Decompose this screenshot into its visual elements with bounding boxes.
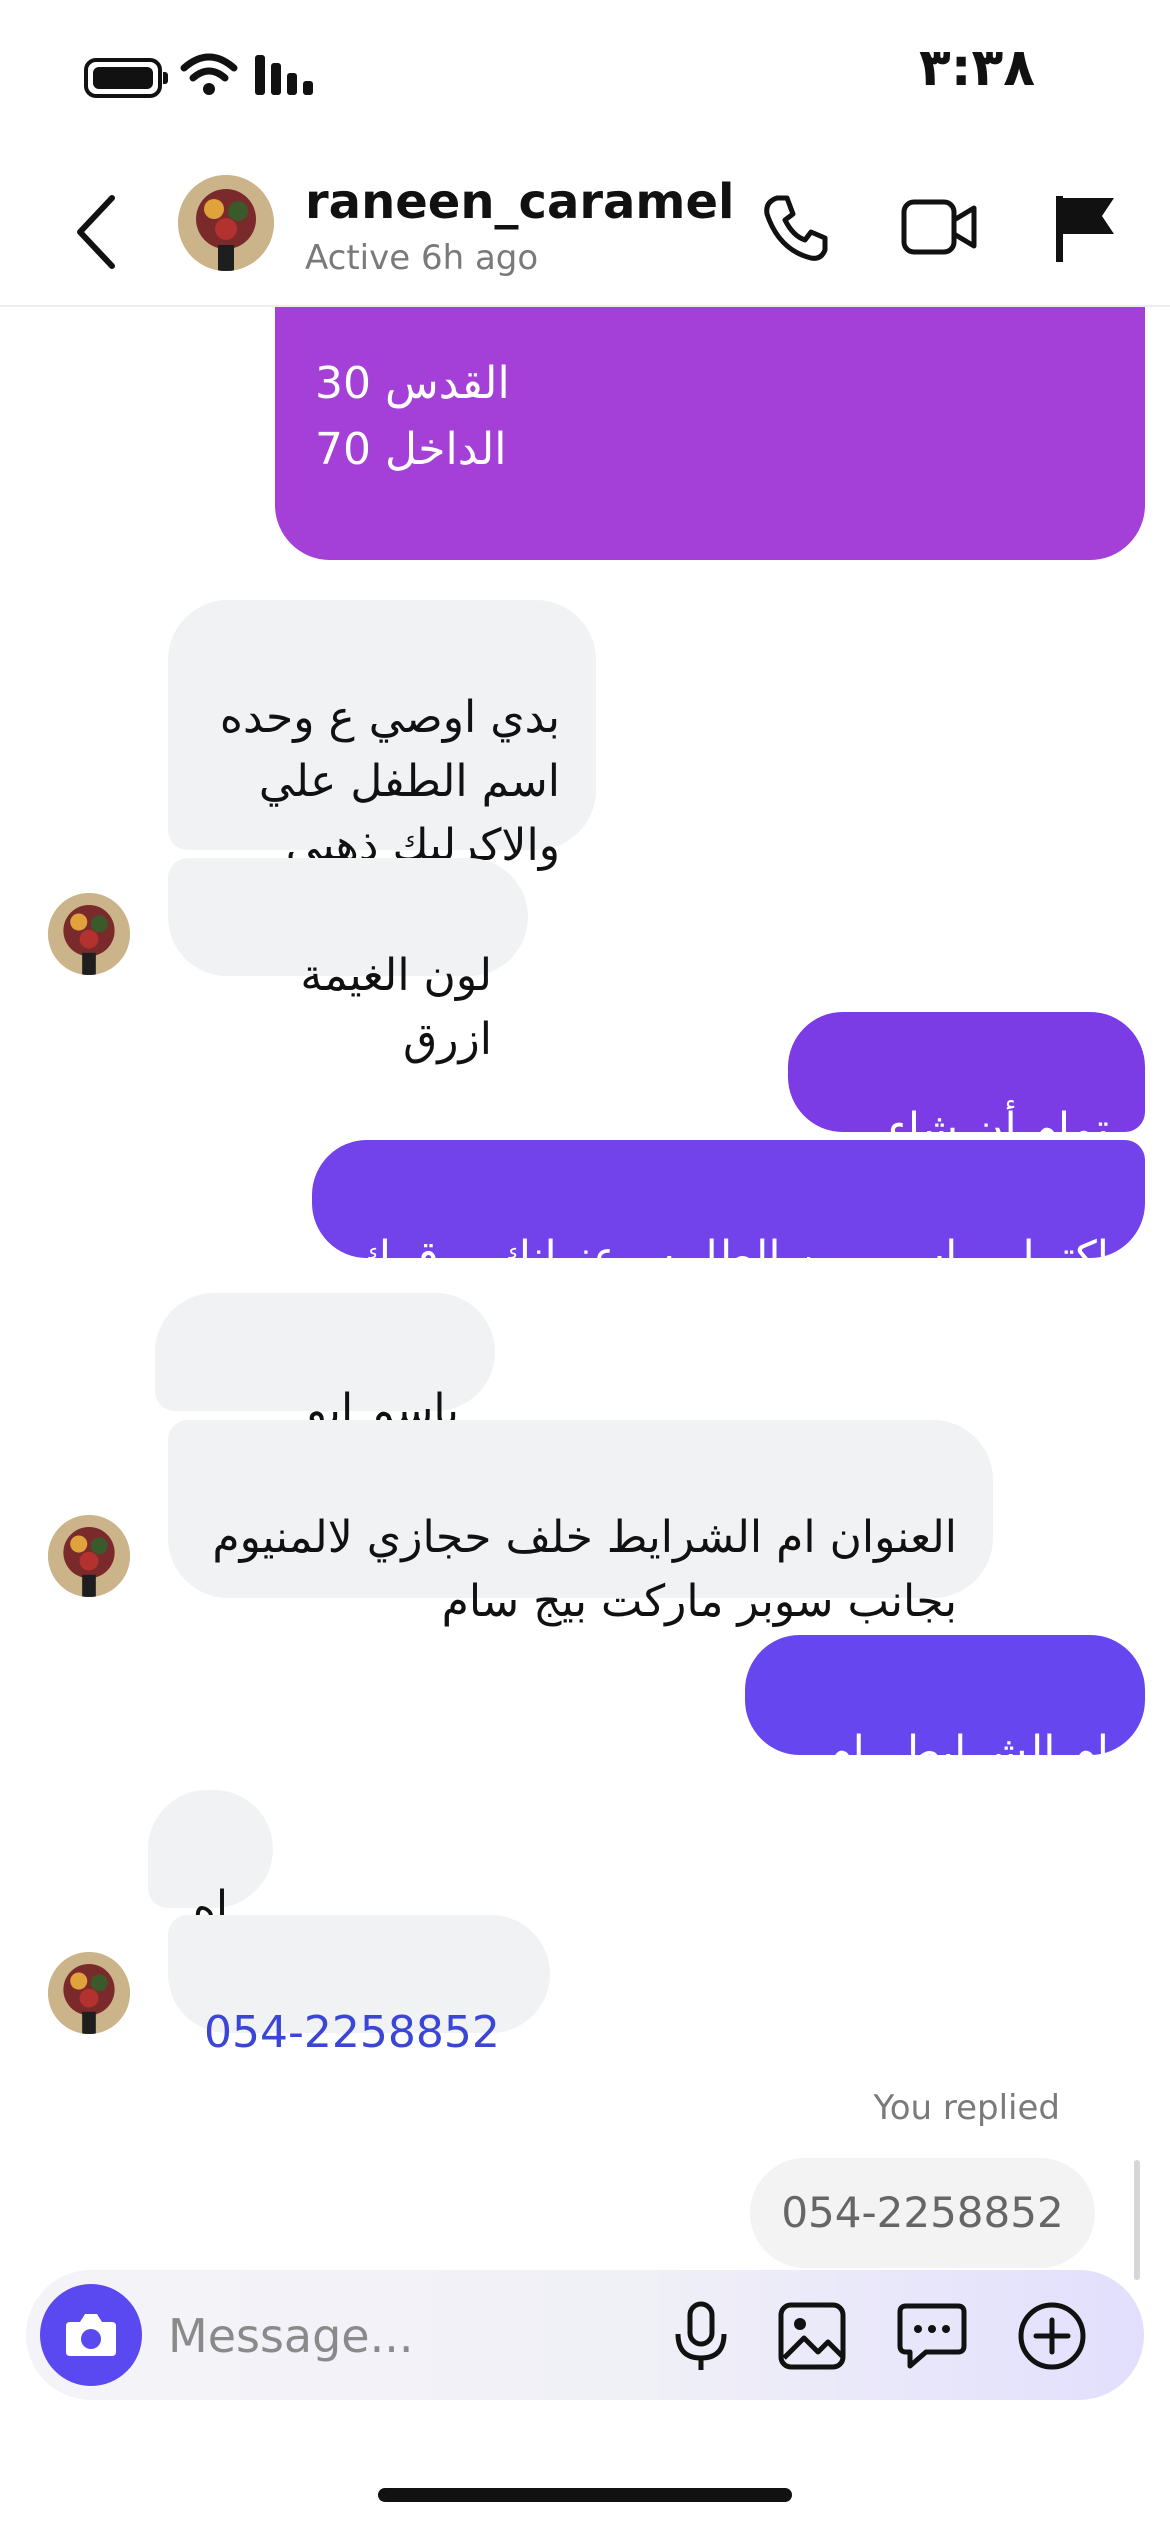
message-text: القدس 30 الداخل 70 تفضلي معنيه توصي — [315, 358, 671, 607]
message-bubble-incoming[interactable]: بدي اوصي ع وحده اسم الطفل علي والاكرليك … — [168, 600, 596, 871]
camera-icon — [66, 2314, 116, 2356]
message-text: العنوان ام الشرايط خلف حجازي لالمنيوم بج… — [212, 1512, 957, 1627]
microphone-icon[interactable] — [666, 2300, 736, 2372]
message-bubble-incoming[interactable]: العنوان ام الشرايط خلف حجازي لالمنيوم بج… — [168, 1420, 993, 1627]
back-icon[interactable] — [70, 192, 120, 272]
camera-button[interactable] — [40, 2284, 142, 2386]
flag-icon[interactable] — [1050, 188, 1120, 268]
reply-label: You replied — [873, 2088, 1060, 2128]
phone-number-link[interactable]: 054-2258852 — [168, 1915, 550, 2058]
avatar[interactable] — [48, 1515, 130, 1597]
message-text: اكتبيلي بإسم مين الطلبيه وعنوانك ورقمك — [355, 1232, 1109, 1283]
video-camera-icon[interactable] — [900, 188, 980, 268]
quoted-reply-bubble[interactable]: 054-2258852 — [750, 2158, 1095, 2268]
message-text: لون الغيمة ازرق — [300, 950, 492, 1065]
message-input[interactable] — [166, 2298, 640, 2374]
wifi-icon — [180, 53, 238, 95]
message-text: ام الشرايط رام الله — [825, 1727, 1109, 1842]
message-bubble-outgoing[interactable]: ام الشرايط رام الله — [745, 1635, 1145, 1842]
message-bubble-incoming[interactable]: لون الغيمة ازرق — [168, 858, 528, 1065]
avatar[interactable] — [48, 1952, 130, 2034]
message-bubble-outgoing[interactable]: اكتبيلي بإسم مين الطلبيه وعنوانك ورقمك — [312, 1140, 1145, 1283]
message-composer — [26, 2270, 1144, 2400]
conversation-header: raneen_caramel Active 6h ago — [0, 150, 1170, 307]
message-text: 054-2258852 — [204, 2007, 500, 2058]
cellular-signal-icon — [255, 55, 313, 95]
battery-icon — [84, 58, 168, 98]
image-icon[interactable] — [776, 2300, 848, 2372]
sticker-icon[interactable] — [896, 2300, 968, 2372]
plus-icon[interactable] — [1016, 2300, 1088, 2372]
message-bubble-outgoing[interactable]: تمام أن شاء الله — [788, 1012, 1145, 1219]
message-text: بدي اوصي ع وحده اسم الطفل علي والاكرليك … — [219, 692, 560, 871]
message-bubble-incoming[interactable]: اه — [148, 1790, 273, 1933]
home-indicator[interactable] — [378, 2488, 792, 2502]
scrollbar[interactable] — [1134, 2160, 1140, 2280]
avatar[interactable] — [48, 893, 130, 975]
avatar[interactable] — [178, 175, 274, 271]
contact-username[interactable]: raneen_caramel — [305, 174, 734, 230]
phone-icon[interactable] — [755, 188, 835, 268]
message-bubble-incoming[interactable]: باسم ابو شادي — [155, 1293, 495, 1500]
status-time: ٣:٣٨ — [918, 38, 1035, 98]
active-status: Active 6h ago — [305, 238, 539, 278]
